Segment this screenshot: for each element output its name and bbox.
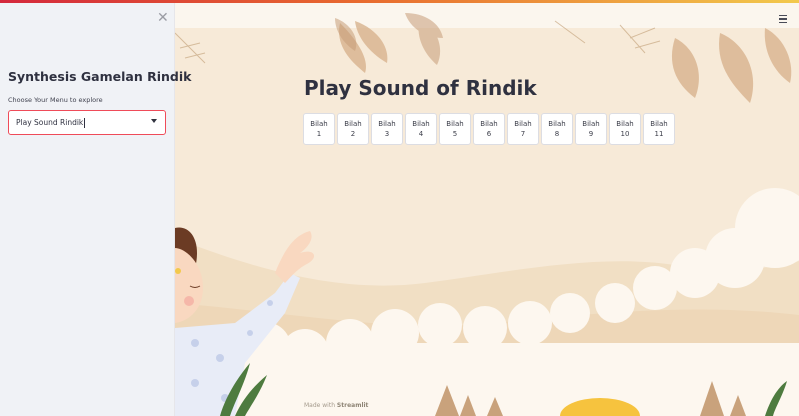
bilah-button-number: 2 <box>350 130 356 138</box>
menu-select[interactable]: Play Sound Rindik <box>8 110 166 135</box>
bilah-button-label: Bilah <box>548 120 566 128</box>
bilah-button-label: Bilah <box>650 120 668 128</box>
streamlit-link[interactable]: Streamlit <box>337 402 369 409</box>
bilah-button-3[interactable]: Bilah 3 <box>371 113 403 145</box>
bilah-button-label: Bilah <box>344 120 362 128</box>
sidebar: ✕ Synthesis Gamelan Rindik Choose Your M… <box>0 3 191 416</box>
bilah-button-label: Bilah <box>378 120 396 128</box>
bilah-button-1[interactable]: Bilah 1 <box>303 113 335 145</box>
hamburger-menu-icon[interactable] <box>779 15 787 23</box>
bilah-button-number: 10 <box>620 130 630 138</box>
bilah-button-label: Bilah <box>582 120 600 128</box>
bilah-button-4[interactable]: Bilah 4 <box>405 113 437 145</box>
bilah-button-number: 5 <box>452 130 458 138</box>
bilah-button-7[interactable]: Bilah 7 <box>507 113 539 145</box>
main-content: Play Sound of Rindik Bilah 1 Bilah 2 Bil… <box>175 3 799 416</box>
page-title: Play Sound of Rindik <box>304 76 537 100</box>
bilah-button-label: Bilah <box>514 120 532 128</box>
text-caret <box>84 117 86 128</box>
bilah-button-label: Bilah <box>310 120 328 128</box>
bilah-button-label: Bilah <box>480 120 498 128</box>
bilah-button-11[interactable]: Bilah 11 <box>643 113 675 145</box>
bilah-button-number: 9 <box>588 130 594 138</box>
bilah-button-row: Bilah 1 Bilah 2 Bilah 3 Bilah 4 Bilah 5 … <box>303 113 677 145</box>
top-decoration-stripe <box>0 0 799 3</box>
close-icon[interactable]: ✕ <box>157 11 169 25</box>
bilah-button-2[interactable]: Bilah 2 <box>337 113 369 145</box>
chevron-down-icon[interactable] <box>151 119 157 123</box>
bilah-button-number: 3 <box>384 130 390 138</box>
bilah-button-number: 6 <box>486 130 492 138</box>
bilah-button-number: 11 <box>654 130 664 138</box>
bilah-button-9[interactable]: Bilah 9 <box>575 113 607 145</box>
background-illustration <box>175 3 799 416</box>
bilah-button-10[interactable]: Bilah 10 <box>609 113 641 145</box>
bilah-button-label: Bilah <box>446 120 464 128</box>
bilah-button-number: 8 <box>554 130 560 138</box>
bilah-button-label: Bilah <box>412 120 430 128</box>
app-title: Synthesis Gamelan Rindik <box>8 69 192 84</box>
bilah-button-number: 1 <box>316 130 322 138</box>
bilah-button-label: Bilah <box>616 120 634 128</box>
bilah-button-6[interactable]: Bilah 6 <box>473 113 505 145</box>
footer-prefix: Made with <box>304 402 335 409</box>
bilah-button-number: 4 <box>418 130 424 138</box>
footer: Made with Streamlit <box>304 402 368 409</box>
bilah-button-5[interactable]: Bilah 5 <box>439 113 471 145</box>
bilah-button-number: 7 <box>520 130 526 138</box>
menu-select-label: Choose Your Menu to explore <box>8 96 103 104</box>
bilah-button-8[interactable]: Bilah 8 <box>541 113 573 145</box>
menu-select-value: Play Sound Rindik <box>16 118 84 127</box>
